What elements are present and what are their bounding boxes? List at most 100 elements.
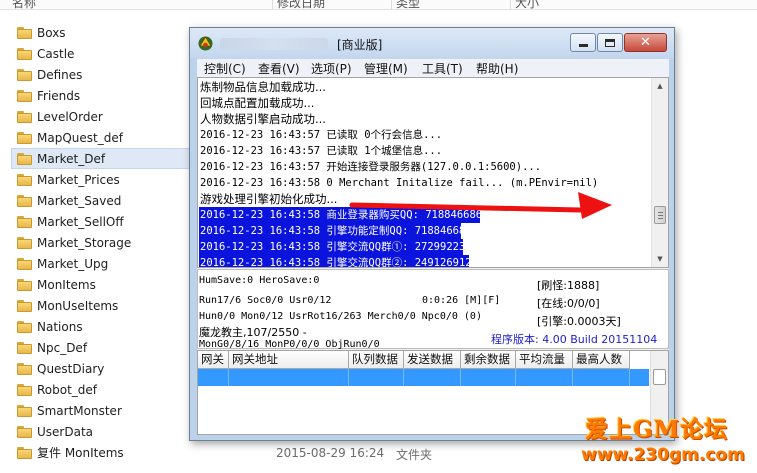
- log-line: 2016-12-23 16:43:57 开始连接登录服务器(127.0.0.1:…: [200, 161, 542, 173]
- status-refresh: [刷怪:1888]: [537, 279, 600, 292]
- close-button[interactable]: ✕: [624, 33, 667, 52]
- scroll-thumb[interactable]: [654, 206, 666, 224]
- folder-item[interactable]: Castle: [0, 43, 200, 64]
- log-scrollbar[interactable]: ▲ ▼: [651, 78, 668, 267]
- folder-item[interactable]: Boxs: [0, 22, 200, 43]
- maximize-button[interactable]: [597, 33, 623, 52]
- table-scroll-thumb[interactable]: [653, 369, 666, 385]
- folder-icon: [17, 236, 32, 249]
- column-header[interactable]: 剩余数据: [461, 351, 516, 369]
- folder-name: MonItems: [37, 277, 96, 292]
- folder-item[interactable]: Market_Saved: [0, 190, 200, 211]
- folder-item[interactable]: SmartMonster: [0, 400, 200, 421]
- column-header-bar: 名称 修改日期 类型 大小: [0, 0, 757, 10]
- folder-icon: [17, 320, 32, 333]
- folder-item[interactable]: Defines: [0, 64, 200, 85]
- redacted-title: [220, 38, 328, 50]
- folder-item[interactable]: Npc_Def: [0, 337, 200, 358]
- column-modified[interactable]: 修改日期: [277, 0, 325, 11]
- log-line: 回城点配置加载成功...: [200, 96, 315, 110]
- folder-item[interactable]: Robot_def: [0, 379, 200, 400]
- folder-name: Market_Def: [37, 151, 106, 166]
- log-line-highlighted: 2016-12-23 16:43:58 引擎交流QQ群②: 249126912: [199, 255, 472, 267]
- scroll-up-icon[interactable]: ▲: [652, 78, 668, 94]
- log-line: 2016-12-23 16:43:58 0 Merchant Initalize…: [200, 177, 599, 189]
- folder-icon: [17, 47, 32, 60]
- column-name[interactable]: 名称: [12, 0, 36, 11]
- log-output[interactable]: 2016-12-23 16:43:58 引擎交流QQ群②: 249126912 2…: [197, 77, 669, 268]
- column-size[interactable]: 大小: [515, 0, 539, 11]
- log-line: 2016-12-23 16:43:57 已读取 0个行会信息...: [200, 129, 443, 141]
- folder-icon: [17, 404, 32, 417]
- client-area: 2016-12-23 16:43:58 引擎交流QQ群②: 249126912 2…: [197, 77, 669, 435]
- table-cell-divider: [348, 369, 349, 386]
- folder-item[interactable]: LevelOrder: [0, 106, 200, 127]
- folder-type: 文件夹: [396, 448, 433, 462]
- folder-icon: [17, 194, 32, 207]
- table-cell-divider: [403, 369, 404, 386]
- column-header[interactable]: 平均流量: [516, 351, 573, 369]
- table-row[interactable]: [198, 369, 649, 386]
- folder-icon: [17, 446, 32, 459]
- folder-item[interactable]: Nations: [0, 316, 200, 337]
- column-separator[interactable]: [391, 0, 392, 10]
- folder-item[interactable]: 复件 MonItems: [0, 442, 200, 463]
- column-type[interactable]: 类型: [396, 0, 420, 11]
- folder-modified-date: 2015-08-29 16:24: [276, 446, 385, 460]
- column-separator[interactable]: [272, 0, 273, 10]
- app-logo-icon[interactable]: [197, 35, 214, 52]
- table-cell-divider: [460, 369, 461, 386]
- column-header[interactable]: 队列数据: [349, 351, 404, 369]
- scroll-down-icon[interactable]: ▼: [652, 251, 668, 267]
- menu-view[interactable]: 查看(V): [258, 60, 300, 77]
- folder-name: Market_Saved: [37, 193, 122, 208]
- folder-name: Robot_def: [37, 382, 98, 397]
- folder-name: UserData: [37, 424, 94, 439]
- close-icon: ✕: [640, 35, 651, 50]
- minimize-button[interactable]: [570, 33, 596, 52]
- column-header[interactable]: 网关地址: [229, 351, 349, 369]
- folder-item[interactable]: Market_Upg: [0, 253, 200, 274]
- menu-options[interactable]: 选项(P): [311, 60, 352, 77]
- watermark-url: www.230gm.com: [581, 445, 745, 465]
- menu-control[interactable]: 控制(C): [204, 60, 246, 77]
- status-engine: [引擎:0.0003天]: [537, 315, 621, 328]
- folder-item[interactable]: Market_SellOff: [0, 211, 200, 232]
- column-header[interactable]: 发送数据: [404, 351, 461, 369]
- folder-name: Defines: [37, 67, 83, 82]
- minimize-icon: [578, 44, 588, 47]
- folder-name: Boxs: [37, 25, 66, 40]
- column-separator[interactable]: [510, 0, 511, 10]
- folder-name: Nations: [37, 319, 83, 334]
- menu-help[interactable]: 帮助(H): [476, 60, 518, 77]
- folder-icon: [17, 26, 32, 39]
- title-bar[interactable]: [商业版] ✕: [190, 28, 674, 58]
- folder-item[interactable]: Friends: [0, 85, 200, 106]
- menu-tools[interactable]: 工具(T): [422, 60, 463, 77]
- table-cell-divider: [228, 369, 229, 386]
- folder-item[interactable]: MonUseItems: [0, 295, 200, 316]
- folder-item[interactable]: UserData: [0, 421, 200, 442]
- folder-icon: [17, 362, 32, 375]
- log-line: 炼制物品信息加载成功...: [200, 80, 326, 94]
- folder-item[interactable]: QuestDiary: [0, 358, 200, 379]
- column-header[interactable]: 网关: [198, 351, 229, 369]
- log-line: 游戏处理引擎初始化成功...: [200, 192, 338, 206]
- folder-item[interactable]: Market_Storage: [0, 232, 200, 253]
- folder-item[interactable]: MonItems: [0, 274, 200, 295]
- folder-icon: [17, 215, 32, 228]
- folder-item[interactable]: MapQuest_def: [0, 127, 200, 148]
- folder-item[interactable]: Market_Prices: [0, 169, 200, 190]
- folder-name: Friends: [37, 88, 81, 103]
- folder-icon: [17, 341, 32, 354]
- column-header[interactable]: 最高人数: [573, 351, 630, 369]
- status-boss: 魔龙教主,107/2550 -: [199, 326, 307, 339]
- folder-icon: [17, 89, 32, 102]
- menu-manage[interactable]: 管理(M): [364, 60, 408, 77]
- log-line: 2016-12-23 16:43:57 已读取 1个城堡信息...: [200, 145, 443, 157]
- table-cell-divider: [572, 369, 573, 386]
- folder-item[interactable]: Market_Def: [11, 148, 200, 169]
- folder-name: 复件 MonItems: [37, 446, 124, 460]
- log-line-highlighted: 2016-12-23 16:43:58 引擎交流QQ群①: 27299223: [199, 239, 466, 255]
- folder-icon: [17, 425, 32, 438]
